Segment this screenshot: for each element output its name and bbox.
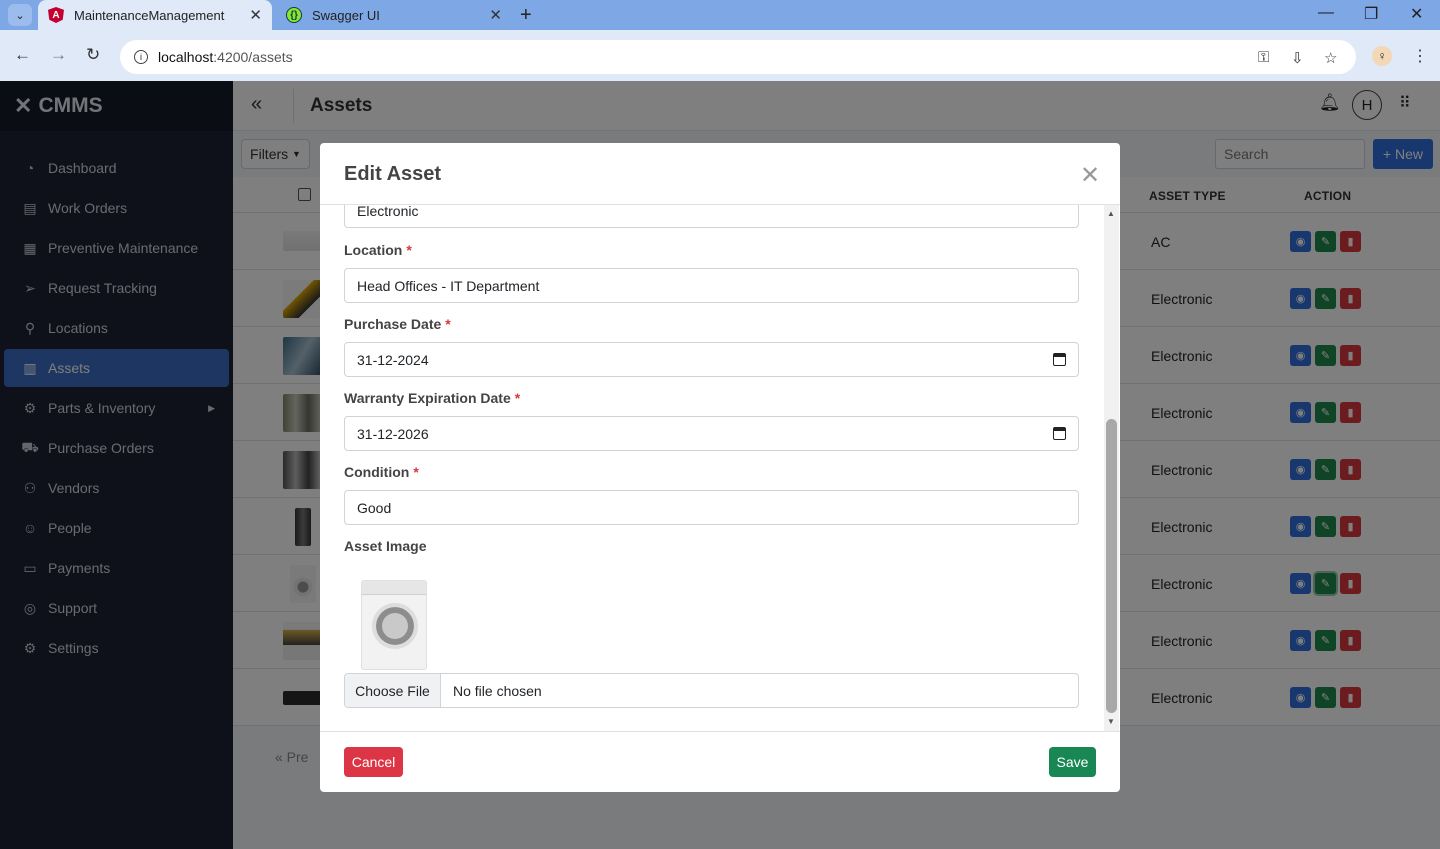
minimize-icon[interactable]: —	[1318, 4, 1334, 22]
location-field[interactable]: Head Offices - IT Department	[344, 268, 1079, 303]
browser-address-bar: ← → ↻ i localhost:4200/assets ⚿ ⇩ ☆ ♀ ⋮	[0, 30, 1440, 81]
tab-title: MaintenanceManagement	[74, 7, 225, 23]
bookmark-star-icon[interactable]: ☆	[1324, 49, 1337, 67]
modal-header: Edit Asset ✕	[320, 143, 1120, 205]
tab-title: Swagger UI	[312, 7, 380, 23]
close-icon[interactable]: ✕	[1080, 161, 1100, 190]
password-key-icon[interactable]: ⚿	[1258, 49, 1269, 66]
profile-avatar-icon[interactable]: ♀	[1372, 46, 1392, 66]
site-info-icon[interactable]: i	[134, 50, 148, 64]
asset-type-value: Electronic	[357, 205, 419, 219]
label-text: Purchase Date	[344, 316, 442, 332]
browser-tab-bar: ⌄ A MaintenanceManagement ✕ {} Swagger U…	[0, 0, 1440, 30]
file-input[interactable]: Choose File No file chosen	[344, 673, 1079, 708]
purchase-date-label: Purchase Date *	[344, 316, 451, 332]
location-label: Location *	[344, 242, 412, 258]
scroll-up-icon[interactable]: ▲	[1107, 209, 1115, 218]
browser-tab-active[interactable]: A MaintenanceManagement ✕	[38, 0, 272, 30]
choose-file-button[interactable]: Choose File	[345, 674, 441, 707]
warranty-date-label: Warranty Expiration Date *	[344, 390, 520, 406]
tab-close-icon[interactable]: ✕	[249, 6, 262, 24]
location-value: Head Offices - IT Department	[357, 277, 540, 294]
angular-favicon-icon: A	[48, 7, 64, 23]
save-button[interactable]: Save	[1049, 747, 1096, 777]
scroll-down-icon[interactable]: ▼	[1107, 717, 1115, 726]
install-app-icon[interactable]: ⇩	[1291, 49, 1304, 67]
forward-icon[interactable]: →	[50, 45, 67, 65]
tab-search-button[interactable]: ⌄	[8, 4, 32, 26]
modal-title: Edit Asset	[344, 163, 442, 185]
file-status: No file chosen	[453, 682, 542, 699]
warranty-date-value: 31-12-2026	[357, 425, 429, 442]
cancel-button[interactable]: Cancel	[344, 747, 403, 777]
washer-panel	[362, 581, 426, 595]
calendar-icon[interactable]	[1053, 427, 1066, 440]
condition-field[interactable]: Good	[344, 490, 1079, 525]
required-mark: *	[413, 464, 419, 480]
modal-scrollbar[interactable]: ▲ ▼	[1104, 205, 1119, 731]
purchase-date-field[interactable]: 31-12-2024	[344, 342, 1079, 377]
modal-body: Electronic Location * Head Offices - IT D…	[320, 205, 1120, 731]
reload-icon[interactable]: ↻	[86, 45, 100, 65]
modal-footer: Cancel Save	[320, 731, 1120, 792]
new-tab-icon[interactable]: +	[520, 4, 532, 27]
close-window-icon[interactable]: ✕	[1410, 4, 1423, 24]
condition-label: Condition *	[344, 464, 419, 480]
edit-asset-modal: Edit Asset ✕ Electronic Location * Head O…	[320, 143, 1120, 792]
condition-value: Good	[357, 499, 392, 516]
calendar-icon[interactable]	[1053, 353, 1066, 366]
browser-menu-icon[interactable]: ⋮	[1412, 46, 1428, 66]
asset-image-preview	[361, 580, 427, 670]
label-text: Condition	[344, 464, 410, 480]
required-mark: *	[445, 316, 451, 332]
purchase-date-value: 31-12-2024	[357, 351, 429, 368]
label-text: Warranty Expiration Date	[344, 390, 511, 406]
required-mark: *	[406, 242, 412, 258]
url-path: :4200/assets	[213, 49, 293, 65]
warranty-date-field[interactable]: 31-12-2026	[344, 416, 1079, 451]
required-mark: *	[514, 390, 521, 406]
tab-close-icon[interactable]: ✕	[489, 6, 502, 24]
back-icon[interactable]: ←	[14, 45, 31, 65]
restore-icon[interactable]: ❐	[1364, 4, 1378, 24]
scrollbar-thumb[interactable]	[1106, 419, 1117, 713]
url-input[interactable]: i localhost:4200/assets	[120, 40, 1356, 74]
url-host: localhost	[158, 49, 214, 65]
label-text: Location	[344, 242, 403, 258]
swagger-favicon-icon: {}	[286, 7, 302, 23]
asset-image-label: Asset Image	[344, 538, 427, 554]
asset-type-field[interactable]: Electronic	[344, 205, 1079, 228]
browser-tab-inactive[interactable]: {} Swagger UI ✕	[276, 0, 512, 30]
washer-door	[372, 603, 418, 649]
